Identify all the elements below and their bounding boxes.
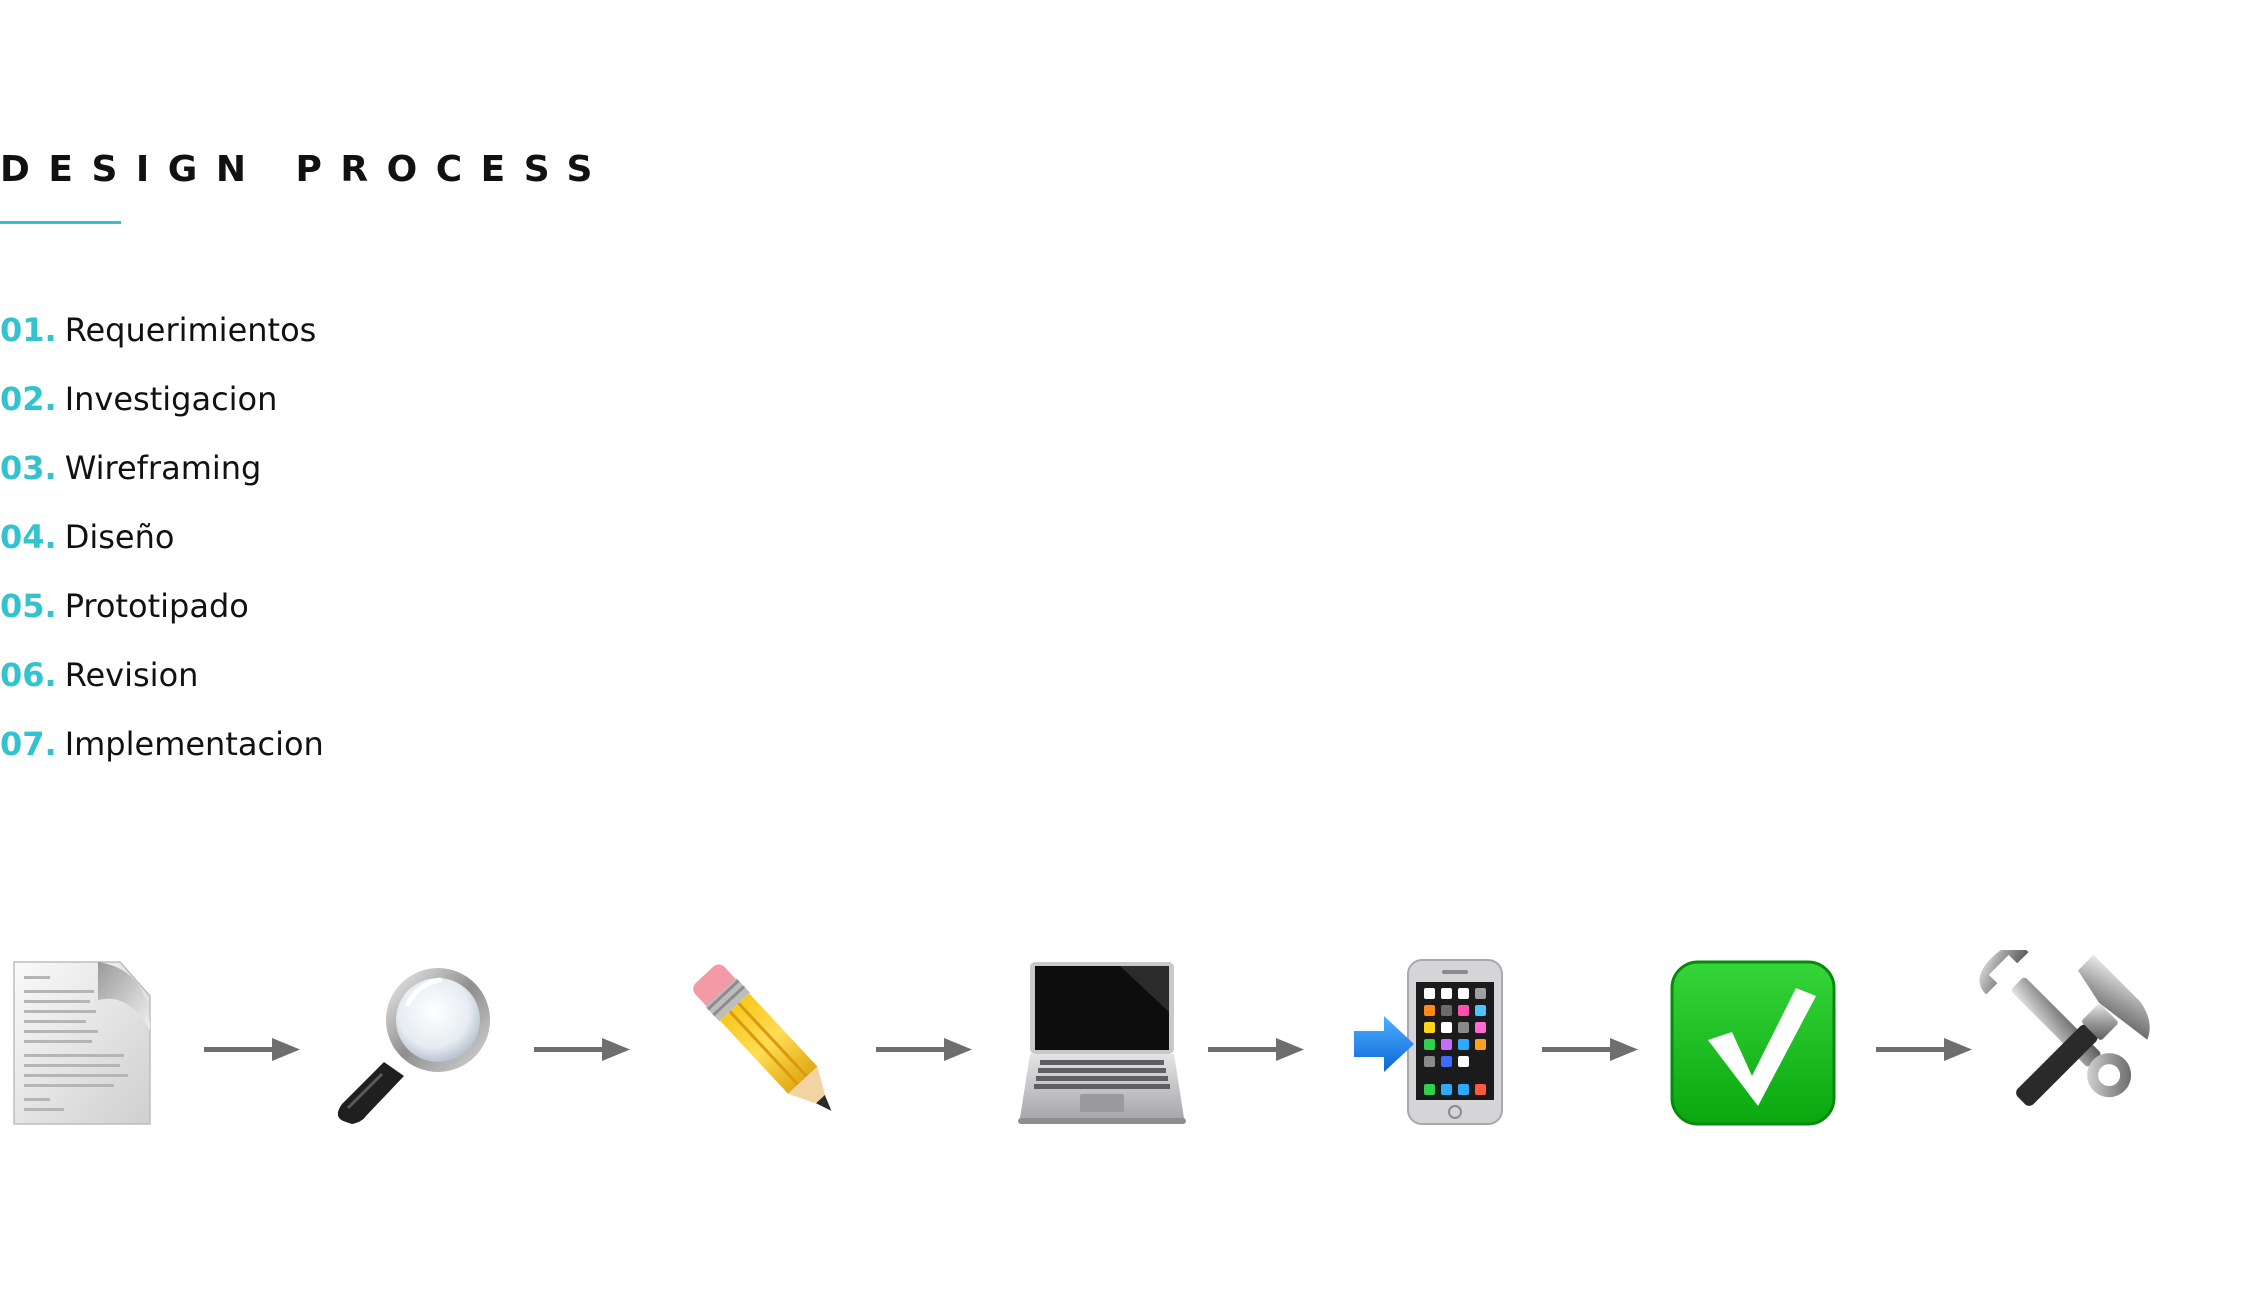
page-title: DESIGN PROCESS [0,149,611,190]
flow-arrow [1542,1038,1638,1061]
step-label: Diseño [64,518,175,556]
step-number: 04. [0,518,57,556]
step-number: 07. [0,725,57,763]
flow-arrow [204,1038,300,1061]
flow-arrow [1208,1038,1304,1061]
step-item-requerimientos: 01. Requerimientos [0,302,324,371]
step-number: 06. [0,656,57,694]
process-steps-list: 01. Requerimientos 02. Investigacion 03. Wi… [0,302,324,785]
step-label: Prototipado [64,587,249,625]
hammer-and-wrench-icon [1979,950,2150,1106]
step-number: 03. [0,449,57,487]
process-flow-diagram [13,950,2150,1126]
step-label: Wireframing [64,449,262,487]
flow-arrow [876,1038,972,1061]
step-label: Requerimientos [64,311,317,349]
laptop-icon [1018,962,1186,1124]
step-label: Implementacion [64,725,324,763]
document-icon [13,961,151,1125]
step-item-wireframing: 03. Wireframing [0,440,324,509]
magnifying-glass-icon [337,968,490,1124]
flow-arrow [1876,1038,1972,1061]
step-number: 02. [0,380,57,418]
step-label: Revision [64,656,199,694]
step-item-prototipado: 05. Prototipado [0,578,324,647]
step-label: Investigacion [64,380,278,418]
step-item-revision: 06. Revision [0,647,324,716]
step-number: 05. [0,587,57,625]
check-mark-icon [1670,960,1836,1126]
step-number: 01. [0,311,57,349]
phone-with-arrow-icon [1354,959,1503,1125]
step-item-investigacion: 02. Investigacion [0,371,324,440]
process-flow [0,950,2260,1130]
flow-arrow [534,1038,630,1061]
step-item-diseno: 04. Diseño [0,509,324,578]
step-item-implementacion: 07. Implementacion [0,716,324,785]
title-underline [0,221,121,224]
pencil-icon [693,964,832,1111]
